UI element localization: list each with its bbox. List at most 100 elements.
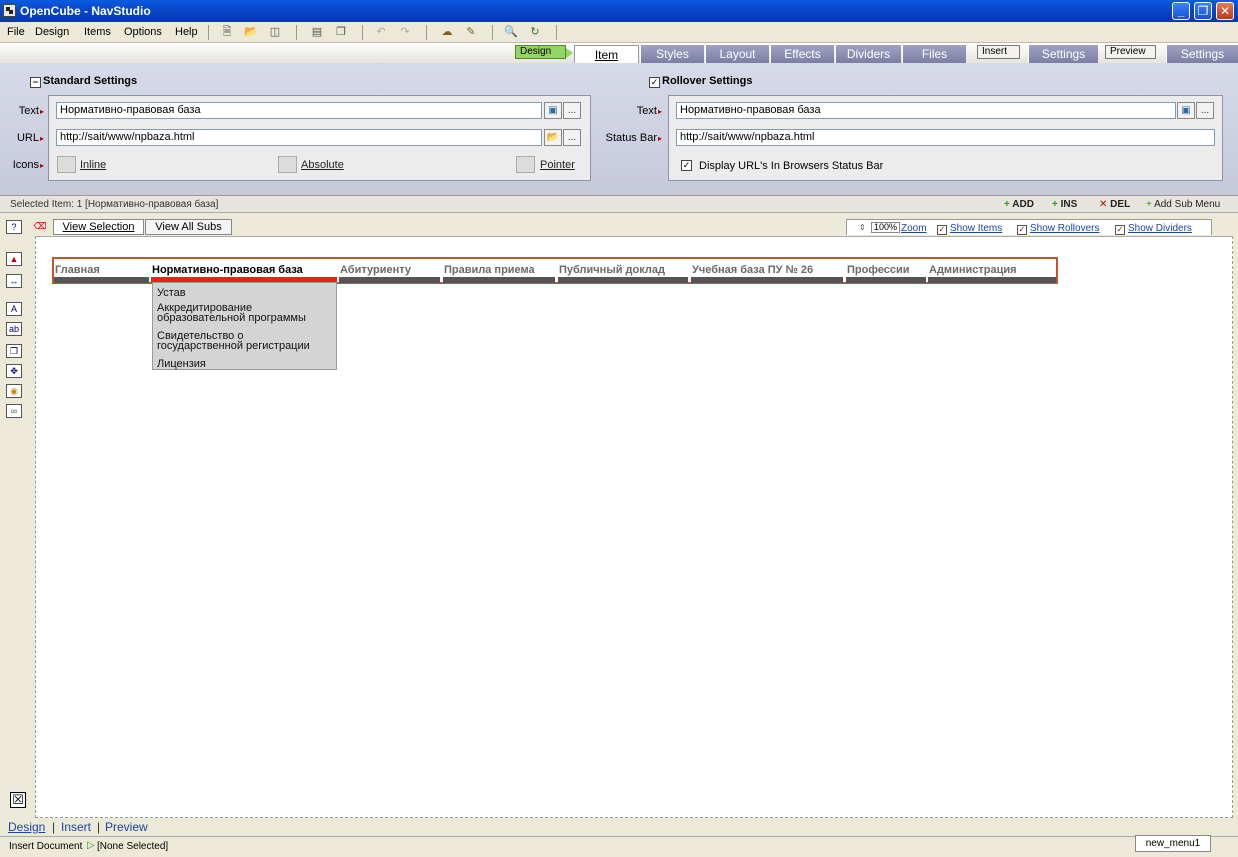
show-items-option[interactable]: ✓ Show Items (937, 223, 1002, 235)
add-button[interactable]: + ADD (1002, 198, 1034, 211)
bottom-nav-preview[interactable]: Preview (105, 820, 148, 834)
list-icon[interactable]: ▤ (310, 25, 324, 39)
menu-item-uchebnaya[interactable]: Учебная база ПУ № 26 (692, 264, 813, 276)
tab-layout[interactable]: Layout (705, 45, 769, 63)
image-picker-icon[interactable]: ▣ (544, 102, 562, 119)
menu-item-glavnaya[interactable]: Главная (55, 264, 100, 276)
status-bar-input[interactable]: http://sait/www/npbaza.html (676, 129, 1215, 146)
url-browse-button[interactable]: ... (563, 129, 581, 146)
close-panel-icon[interactable]: ☒ (10, 792, 26, 808)
menu-item-normativno[interactable]: Нормативно-правовая база (152, 264, 303, 276)
rollover-settings-header: ✓ Rollover Settings (649, 75, 752, 88)
zoom-arrows-icon[interactable]: ⇕ (859, 223, 867, 233)
absolute-icon-slot[interactable] (278, 156, 297, 173)
save-icon[interactable]: ◫ (268, 25, 282, 39)
text-browse-button[interactable]: ... (563, 102, 581, 119)
color-icon[interactable]: ◉ (6, 384, 22, 398)
submenu-item-svidetelstvo[interactable]: Свидетельство о государственной регистра… (157, 331, 332, 352)
refresh-icon[interactable]: ↻ (528, 25, 542, 39)
tab-dividers[interactable]: Dividers (835, 45, 901, 63)
menu-item-bar (691, 277, 843, 283)
display-url-checkbox[interactable]: ✓ (681, 160, 692, 171)
redo-icon[interactable]: ↷ (398, 25, 412, 39)
submenu-item-ustav[interactable]: Устав (157, 288, 335, 299)
rollover-image-picker-icon[interactable]: ▣ (1177, 102, 1195, 119)
eraser-icon[interactable]: ⌫ (30, 221, 50, 233)
width-icon[interactable]: ↔ (6, 274, 22, 288)
rollover-text-input[interactable]: Нормативно-правовая база (676, 102, 1176, 119)
preview-icon[interactable]: 🔍 (504, 25, 518, 39)
standard-settings-title: Standard Settings (43, 75, 138, 87)
submenu-item-akkreditirovanie[interactable]: Аккредитирование образовательной програм… (157, 303, 327, 324)
text-tool-icon[interactable]: A (6, 302, 22, 316)
delete-button[interactable]: ✕ DEL (1097, 198, 1130, 211)
tab-preview-settings[interactable]: Settings (1166, 45, 1238, 63)
zoom-link[interactable]: Zoom (901, 223, 927, 234)
inline-icon-slot[interactable] (57, 156, 76, 173)
move-icon[interactable]: ✥ (6, 364, 22, 378)
windows-icon[interactable]: ❐ (334, 25, 348, 39)
minimize-button[interactable]: _ (1172, 2, 1190, 20)
tab-files[interactable]: Files (902, 45, 966, 63)
separator (208, 25, 209, 40)
bottom-nav-design[interactable]: Design (8, 820, 45, 834)
undo-icon[interactable]: ↶ (374, 25, 388, 39)
open-folder-icon[interactable]: 📂 (244, 25, 258, 39)
window-title: OpenCube - NavStudio (20, 4, 151, 18)
export-icon[interactable]: ✎ (464, 25, 478, 39)
menu-item-bar (846, 277, 926, 283)
help-icon[interactable]: ? (6, 220, 22, 234)
menu-item-doklad[interactable]: Публичный доклад (559, 264, 665, 276)
url-input[interactable]: http://sait/www/npbaza.html (56, 129, 542, 146)
edit-text-icon[interactable]: ab (6, 322, 22, 336)
menu-help[interactable]: Help (175, 26, 198, 38)
document-tab[interactable]: new_menu1 (1135, 835, 1211, 852)
rollover-browse-button[interactable]: ... (1196, 102, 1214, 119)
tab-view-selection[interactable]: View Selection (53, 219, 144, 235)
pointer-icon-slot[interactable] (516, 156, 535, 173)
selection-bar: Selected Item: 1 [Нормативно-правовая ба… (0, 197, 1238, 213)
rollover-checkbox[interactable]: ✓ (649, 77, 660, 88)
show-dividers-option[interactable]: ✓ Show Dividers (1115, 223, 1192, 235)
check-icon: ✓ (937, 225, 947, 235)
new-file-icon[interactable]: 🗎 (220, 25, 234, 39)
text-input[interactable]: Нормативно-правовая база (56, 102, 542, 119)
tab-styles[interactable]: Styles (640, 45, 704, 63)
inline-link[interactable]: Inline (80, 159, 106, 171)
zoom-value[interactable]: 100% (871, 222, 901, 233)
close-button[interactable]: ✕ (1216, 2, 1234, 20)
display-url-label: Display URL's In Browsers Status Bar (699, 160, 884, 172)
pointer-link[interactable]: Pointer (540, 159, 575, 171)
menu-item-pravila[interactable]: Правила приема (444, 264, 535, 276)
status-value: [None Selected] (97, 841, 169, 852)
insert-button[interactable]: + INS (1050, 198, 1077, 211)
publish-icon[interactable]: ☁ (440, 25, 454, 39)
reset-icon[interactable]: ▲ (6, 252, 22, 266)
tab-item[interactable]: Item (574, 45, 639, 63)
status-bar: Insert Document ▷ [None Selected] (0, 836, 1238, 857)
collapse-icon[interactable]: − (30, 77, 41, 88)
copy-icon[interactable]: ❐ (6, 344, 22, 358)
tab-insert-settings[interactable]: Settings (1028, 45, 1098, 63)
tab-effects[interactable]: Effects (770, 45, 834, 63)
link-icon[interactable]: ∞ (6, 404, 22, 418)
menu-item-administraciya[interactable]: Администрация (929, 264, 1017, 276)
menu-item-abiturientu[interactable]: Абитуриенту (340, 264, 411, 276)
tab-view-all-subs[interactable]: View All Subs (145, 219, 232, 235)
folder-icon[interactable]: 📂 (544, 129, 562, 146)
maximize-button[interactable]: ❐ (1194, 2, 1212, 20)
separator (556, 25, 557, 40)
absolute-link[interactable]: Absolute (301, 159, 344, 171)
menu-item-bar (443, 277, 555, 283)
submenu-item-licenziya[interactable]: Лицензия (157, 359, 335, 370)
rollover-text-label: Text (600, 105, 662, 117)
show-rollovers-option[interactable]: ✓ Show Rollovers (1017, 223, 1099, 235)
menu-items[interactable]: Items (84, 26, 111, 38)
menu-file[interactable]: File (7, 26, 25, 38)
bottom-nav-insert[interactable]: Insert (61, 820, 91, 834)
check-icon: ✓ (1017, 225, 1027, 235)
menu-item-professii[interactable]: Профессии (847, 264, 910, 276)
add-submenu-button[interactable]: + Add Sub Menu (1144, 198, 1220, 211)
menu-options[interactable]: Options (124, 26, 162, 38)
menu-design[interactable]: Design (35, 26, 69, 38)
